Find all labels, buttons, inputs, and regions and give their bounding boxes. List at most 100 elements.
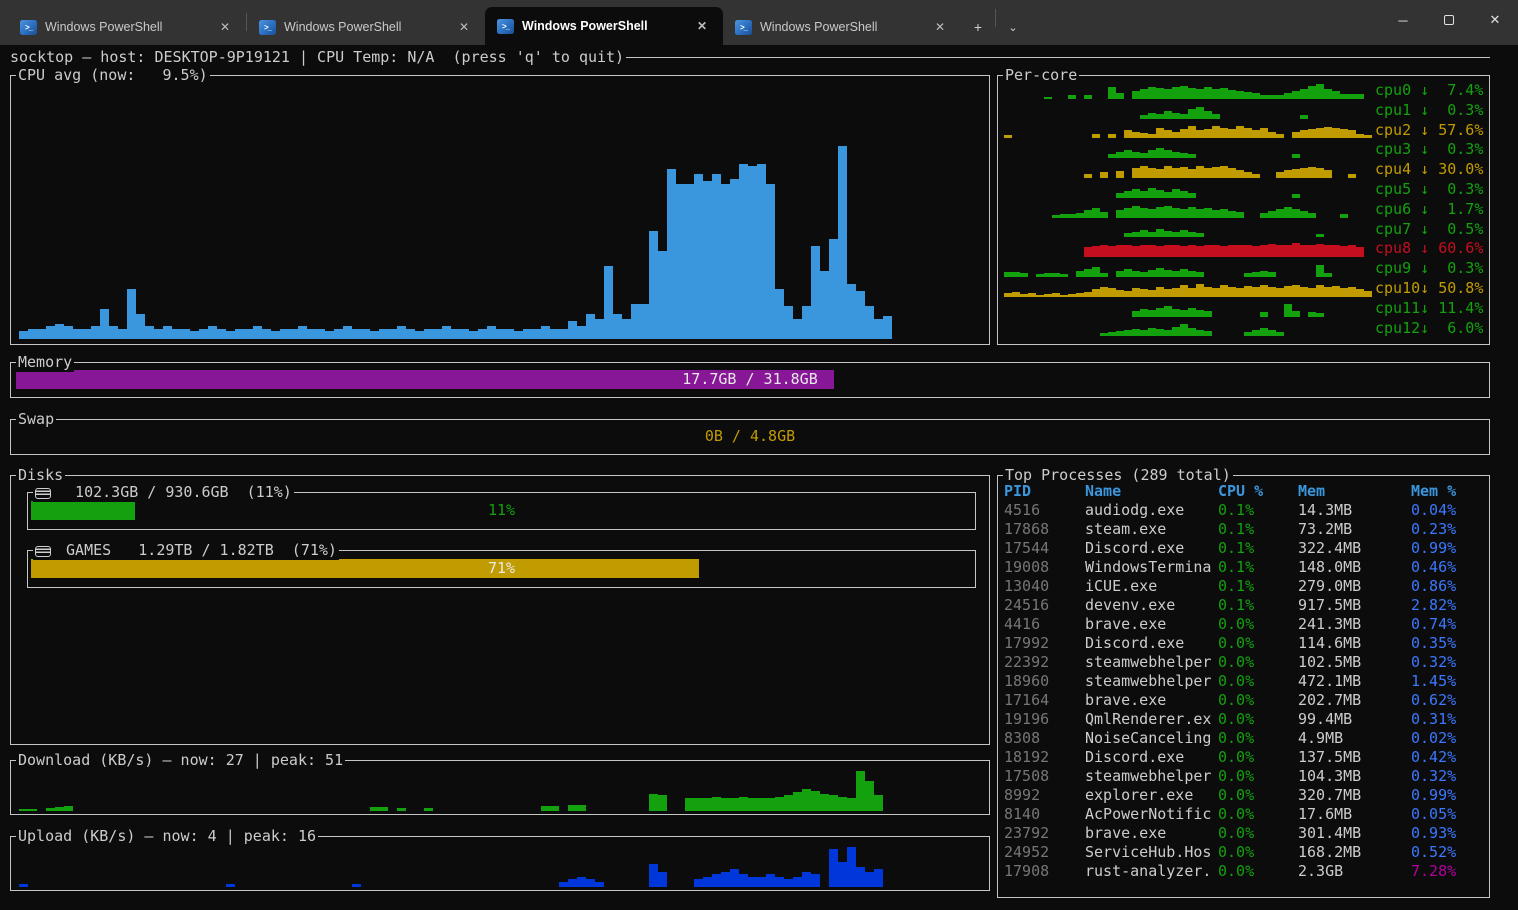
tab-close-button[interactable]: ✕ — [453, 18, 475, 36]
swap-panel-title: Swap — [16, 410, 56, 429]
process-name: steam.exe — [1085, 520, 1218, 539]
spark-bar — [1316, 234, 1324, 237]
powershell-icon: >_ — [259, 20, 276, 35]
spark-bar — [676, 184, 685, 339]
process-name: Discord.exe — [1085, 748, 1218, 767]
tab-close-button[interactable]: ✕ — [691, 17, 713, 35]
process-mem-pct: 0.93% — [1411, 824, 1485, 843]
spark-bar — [1156, 308, 1164, 317]
tab-close-button[interactable]: ✕ — [929, 18, 951, 36]
spark-bar — [1316, 265, 1324, 277]
process-pid: 17508 — [1004, 767, 1085, 786]
spark-bar — [1164, 166, 1172, 178]
spark-bar — [721, 184, 730, 339]
spark-bar — [766, 184, 775, 339]
spark-bar — [1348, 245, 1356, 257]
process-pid: 19008 — [1004, 558, 1085, 577]
minimize-button[interactable]: ─ — [1380, 0, 1426, 40]
spark-bar — [1140, 272, 1148, 277]
spark-bar — [1300, 115, 1308, 119]
process-mem: 301.4MB — [1298, 824, 1411, 843]
tab-close-button[interactable]: ✕ — [214, 18, 236, 36]
close-window-button[interactable]: ✕ — [1472, 0, 1518, 40]
app-header: socktop — host: DESKTOP-9P19121 | CPU Te… — [10, 48, 1490, 67]
spark-bar — [1316, 84, 1324, 99]
process-mem-pct: 0.42% — [1411, 748, 1485, 767]
new-tab-button[interactable]: + — [961, 9, 995, 45]
spark-bar — [1348, 174, 1356, 178]
spark-bar — [1084, 292, 1092, 297]
spark-bar — [1188, 154, 1196, 158]
disk-system-title-text: 102.3GB / 930.6GB (11%) — [57, 483, 292, 502]
spark-bar — [1228, 245, 1236, 257]
process-mem: 99.4MB — [1298, 710, 1411, 729]
process-name: audiodg.exe — [1085, 501, 1218, 520]
process-mem-pct: 0.46% — [1411, 558, 1485, 577]
process-pid: 17544 — [1004, 539, 1085, 558]
spark-bar — [1164, 245, 1172, 257]
spark-bar — [307, 329, 316, 339]
spark-bar — [1124, 150, 1132, 158]
spark-bar — [1188, 232, 1196, 237]
spark-bar — [1140, 245, 1148, 257]
tab-windows-powershell-2[interactable]: >_Windows PowerShell✕ — [247, 9, 485, 45]
core-row-cpu1: cpu1 ↓ 0.3% — [1000, 101, 1487, 121]
tab-windows-powershell-3[interactable]: >_Windows PowerShell✕ — [485, 7, 723, 45]
process-pid: 19196 — [1004, 710, 1085, 729]
spark-bar — [1292, 285, 1300, 297]
process-pid: 17868 — [1004, 520, 1085, 539]
spark-bar — [748, 798, 757, 811]
core-label: cpu12↓ 6.0% — [1375, 319, 1485, 338]
spark-bar — [1092, 289, 1100, 297]
spark-bar — [379, 807, 388, 811]
spark-bar — [1220, 246, 1228, 257]
terminal-screen[interactable]: socktop — host: DESKTOP-9P19121 | CPU Te… — [0, 45, 1518, 910]
spark-bar — [289, 329, 298, 339]
spark-bar — [343, 326, 352, 339]
process-mem: 102.5MB — [1298, 653, 1411, 672]
spark-bar — [784, 879, 793, 887]
spark-bar — [1180, 324, 1188, 336]
spark-bar — [1124, 233, 1132, 237]
tab-dropdown-button[interactable]: ⌄ — [996, 9, 1030, 45]
spark-bar — [1108, 288, 1116, 297]
process-name: brave.exe — [1085, 691, 1218, 710]
spark-bar — [1220, 209, 1228, 218]
spark-bar — [1324, 170, 1332, 178]
process-mem: 114.6MB — [1298, 634, 1411, 653]
spark-bar — [874, 319, 883, 339]
core-label: cpu4 ↓ 30.0% — [1375, 160, 1485, 179]
process-mem-pct: 7.28% — [1411, 862, 1485, 881]
tab-windows-powershell-4[interactable]: >_Windows PowerShell✕ — [723, 9, 961, 45]
process-mem: 73.2MB — [1298, 520, 1411, 539]
spark-bar — [1340, 129, 1348, 138]
spark-bar — [1308, 167, 1316, 178]
spark-bar — [577, 805, 586, 811]
spark-bar — [1100, 212, 1108, 218]
process-cpu-pct: 0.0% — [1218, 748, 1298, 767]
spark-bar — [1076, 271, 1084, 277]
spark-bar — [1076, 293, 1084, 297]
spark-bar — [1148, 113, 1156, 119]
upload-panel: Upload (KB/s) — now: 4 | peak: 16 — [10, 836, 990, 891]
upload-sparkline — [19, 845, 981, 887]
spark-bar — [1140, 133, 1148, 138]
spark-bar — [739, 164, 748, 339]
tab-label: Windows PowerShell — [45, 20, 206, 34]
spark-bar — [1292, 154, 1300, 158]
spark-bar — [361, 329, 370, 339]
spark-bar — [1348, 130, 1356, 138]
cpu-avg-panel-title: CPU avg (now: 9.5%) — [16, 66, 210, 85]
spark-bar — [1108, 87, 1116, 99]
spark-bar — [496, 329, 505, 339]
tab-windows-powershell-1[interactable]: >_Windows PowerShell✕ — [8, 9, 246, 45]
spark-bar — [1028, 293, 1036, 297]
process-name: brave.exe — [1085, 615, 1218, 634]
core-sparkline — [1004, 162, 1374, 178]
maximize-button[interactable] — [1426, 0, 1472, 40]
spark-bar — [865, 781, 874, 811]
spark-bar — [1036, 295, 1044, 297]
spark-bar — [37, 329, 46, 339]
spark-bar — [1172, 208, 1180, 218]
spark-bar — [658, 872, 667, 887]
